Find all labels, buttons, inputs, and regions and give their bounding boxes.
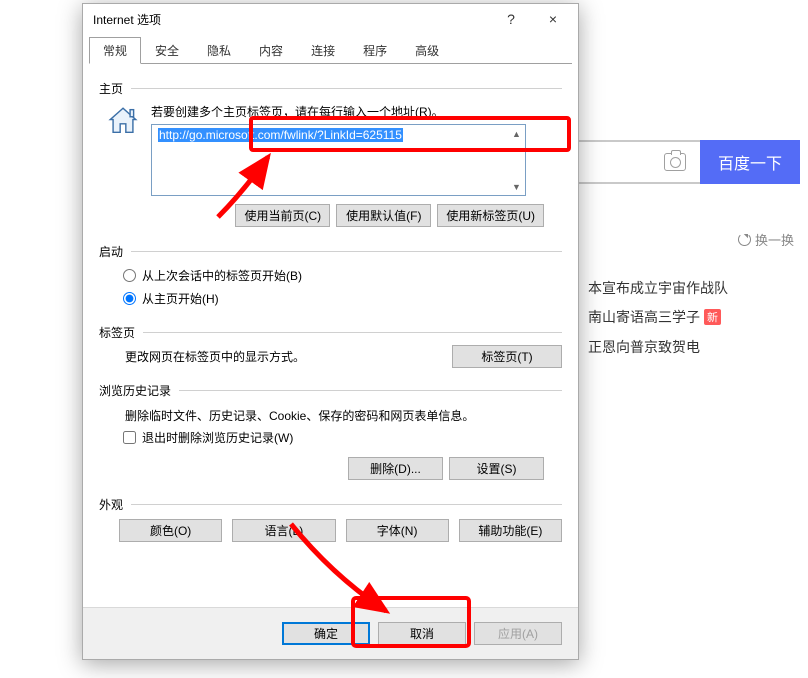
news-item-1[interactable]: 本宣布成立宇宙作战队 [588, 278, 728, 298]
tab-strip: 常规 安全 隐私 内容 连接 程序 高级 [83, 34, 578, 64]
ok-button[interactable]: 确定 [282, 622, 370, 645]
refresh-link[interactable]: 换一换 [738, 230, 794, 249]
group-startup-label: 启动 [99, 243, 123, 260]
group-homepage: 主页 若要创建多个主页标签页，请在每行输入一个地址(R)。 http://go.… [99, 74, 562, 229]
home-icon [103, 101, 143, 141]
homepage-url-value: http://go.microsoft.com/fwlink/?LinkId=6… [158, 128, 403, 142]
close-button[interactable]: × [532, 5, 574, 33]
apply-button[interactable]: 应用(A) [474, 622, 562, 645]
internet-options-dialog: Internet 选项 ? × 常规 安全 隐私 内容 连接 程序 高级 主页 [82, 3, 579, 660]
search-input-box[interactable] [575, 140, 700, 184]
search-button[interactable]: 百度一下 [700, 140, 800, 184]
news-item-2[interactable]: 南山寄语高三学子新 [588, 307, 721, 327]
tab-advanced[interactable]: 高级 [401, 37, 453, 64]
cancel-button[interactable]: 取消 [378, 622, 466, 645]
delete-button[interactable]: 删除(D)... [348, 457, 443, 480]
group-appearance-label: 外观 [99, 496, 123, 513]
group-homepage-label: 主页 [99, 80, 123, 97]
refresh-label: 换一换 [755, 230, 794, 249]
tab-connections[interactable]: 连接 [297, 37, 349, 64]
title-bar: Internet 选项 ? × [83, 4, 578, 34]
color-button[interactable]: 颜色(O) [119, 519, 222, 542]
tab-general[interactable]: 常规 [89, 37, 141, 64]
dialog-title: Internet 选项 [93, 11, 490, 28]
font-button[interactable]: 字体(N) [346, 519, 449, 542]
scroll-down-icon[interactable]: ▼ [509, 179, 524, 194]
tab-programs[interactable]: 程序 [349, 37, 401, 64]
homepage-instruction: 若要创建多个主页标签页，请在每行输入一个地址(R)。 [151, 103, 562, 120]
refresh-icon [738, 233, 751, 246]
camera-icon[interactable] [664, 153, 686, 171]
scroll-up-icon[interactable]: ▲ [509, 126, 524, 141]
settings-button[interactable]: 设置(S) [449, 457, 544, 480]
radio-start-from-home[interactable]: 从主页开始(H) [99, 287, 562, 310]
check-delete-on-exit[interactable]: 退出时删除浏览历史记录(W) [99, 426, 562, 449]
use-newtab-button[interactable]: 使用新标签页(U) [437, 204, 544, 227]
group-tabpages: 标签页 更改网页在标签页中的显示方式。 标签页(T) [99, 318, 562, 368]
radio-start-from-last[interactable]: 从上次会话中的标签页开始(B) [99, 264, 562, 287]
news-item-3[interactable]: 正恩向普京致贺电 [588, 337, 700, 357]
tab-privacy[interactable]: 隐私 [193, 37, 245, 64]
language-button[interactable]: 语言(L) [232, 519, 335, 542]
homepage-url-field[interactable]: http://go.microsoft.com/fwlink/?LinkId=6… [151, 124, 526, 196]
group-appearance: 外观 颜色(O) 语言(L) 字体(N) 辅助功能(E) [99, 490, 562, 542]
tab-content[interactable]: 内容 [245, 37, 297, 64]
use-current-button[interactable]: 使用当前页(C) [235, 204, 330, 227]
new-tag: 新 [704, 309, 721, 325]
accessibility-button[interactable]: 辅助功能(E) [459, 519, 562, 542]
group-tabpages-label: 标签页 [99, 324, 135, 341]
use-default-button[interactable]: 使用默认值(F) [336, 204, 431, 227]
search-bar: 百度一下 [575, 140, 800, 184]
news-item-2-text: 南山寄语高三学子 [588, 309, 700, 325]
group-history-label: 浏览历史记录 [99, 382, 171, 399]
tab-security[interactable]: 安全 [141, 37, 193, 64]
tabpages-button[interactable]: 标签页(T) [452, 345, 562, 368]
dialog-footer: 确定 取消 应用(A) [83, 607, 578, 659]
help-button[interactable]: ? [490, 5, 532, 33]
tabpages-desc: 更改网页在标签页中的显示方式。 [125, 348, 452, 365]
group-history: 浏览历史记录 删除临时文件、历史记录、Cookie、保存的密码和网页表单信息。 … [99, 376, 562, 482]
group-startup: 启动 从上次会话中的标签页开始(B) 从主页开始(H) [99, 237, 562, 310]
dialog-client: 主页 若要创建多个主页标签页，请在每行输入一个地址(R)。 http://go.… [83, 64, 578, 542]
history-desc: 删除临时文件、历史记录、Cookie、保存的密码和网页表单信息。 [99, 403, 562, 426]
